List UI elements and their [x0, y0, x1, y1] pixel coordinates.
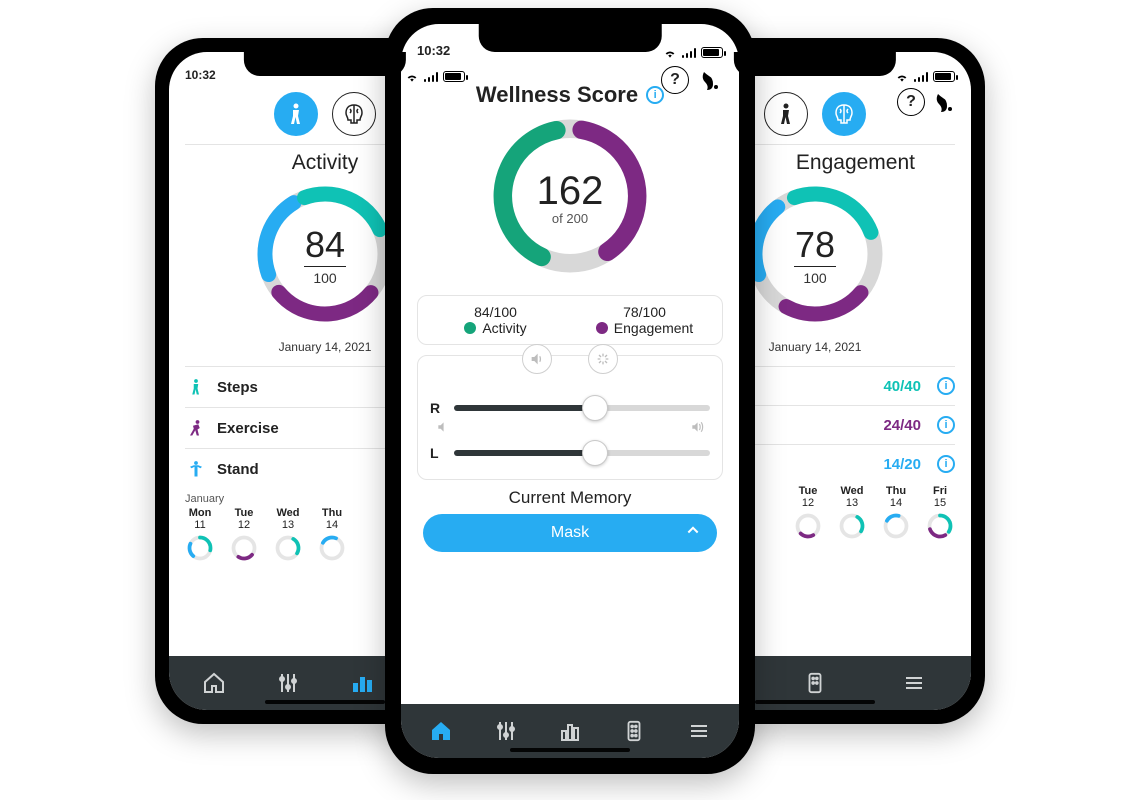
activity-ring: 84 100 [250, 179, 400, 334]
dot-icon [596, 322, 608, 334]
legend-ratio: 84/100 [428, 304, 563, 320]
activity-score-max: 100 [313, 270, 336, 286]
cell-signal-icon [914, 72, 929, 82]
legend-activity[interactable]: 84/100 Activity [428, 304, 563, 336]
tab-engagement[interactable] [332, 92, 376, 136]
legend-card: 84/100 Activity 78/100 Engagement [417, 295, 723, 345]
slider-left[interactable]: L [430, 445, 710, 461]
cell-signal-icon [424, 72, 439, 82]
memory-title: Current Memory [417, 488, 723, 508]
nav-menu-icon[interactable] [686, 718, 712, 744]
slider-label-r: R [430, 400, 444, 416]
home-indicator[interactable] [265, 700, 385, 704]
legend-ratio: 78/100 [577, 304, 712, 320]
volume-high-icon [690, 420, 704, 439]
slider-track[interactable] [454, 405, 710, 411]
memory-value: Mask [551, 524, 589, 542]
nav-home-icon[interactable] [428, 718, 454, 744]
volume-low-icon [436, 420, 450, 439]
hearing-aid-icon[interactable] [933, 90, 957, 114]
nav-device-icon[interactable] [621, 718, 647, 744]
speaker-mode-icon[interactable] [522, 344, 552, 374]
day-cell[interactable]: Mon 11 [185, 507, 215, 563]
battery-icon [933, 71, 955, 82]
stream-mode-icon[interactable] [588, 344, 618, 374]
phone-wellness: 10:32 ? Wellness Score i [385, 8, 755, 774]
dot-icon [464, 322, 476, 334]
status-time: 10:32 [185, 68, 216, 82]
wifi-icon [405, 72, 419, 82]
page-title-text: Wellness Score [476, 82, 638, 108]
legend-label: Activity [482, 320, 526, 336]
memory-select[interactable]: Mask [423, 514, 717, 552]
nav-stats-icon[interactable] [557, 718, 583, 744]
nav-device-icon[interactable] [802, 670, 828, 696]
status-bar: 10:32 [169, 52, 481, 86]
metric-value: 14/20 [883, 456, 921, 473]
engagement-ring: 78 100 [740, 179, 890, 334]
wellness-score: 162 [537, 171, 604, 211]
activity-score: 84 [305, 227, 345, 263]
nav-menu-icon[interactable] [901, 670, 927, 696]
home-indicator[interactable] [755, 700, 875, 704]
slider-right[interactable]: R [430, 400, 710, 416]
volume-panel: R L [417, 355, 723, 480]
engagement-score-max: 100 [803, 270, 826, 286]
day-cell[interactable]: Tue 12 [229, 507, 259, 563]
slider-label-l: L [430, 445, 444, 461]
day-cell[interactable]: Wed 13 [837, 485, 867, 541]
tab-activity[interactable] [274, 92, 318, 136]
tab-activity[interactable] [764, 92, 808, 136]
day-cell[interactable]: Fri 15 [925, 485, 955, 541]
metric-value: 40/40 [883, 378, 921, 395]
wellness-ring: 162 of 200 [486, 112, 654, 285]
run-icon [185, 418, 207, 438]
chevron-up-icon [685, 523, 701, 544]
day-cell[interactable]: Thu 14 [881, 485, 911, 541]
wifi-icon [895, 72, 909, 82]
nav-adjust-icon[interactable] [275, 670, 301, 696]
info-icon[interactable]: i [937, 377, 955, 395]
slider-track[interactable] [454, 450, 710, 456]
metric-value: 24/40 [883, 417, 921, 434]
slider-thumb[interactable] [582, 440, 608, 466]
day-cell[interactable]: Wed 13 [273, 507, 303, 563]
home-indicator[interactable] [510, 748, 630, 752]
wellness-score-max: of 200 [552, 211, 588, 226]
nav-adjust-icon[interactable] [493, 718, 519, 744]
walk-icon [185, 377, 207, 397]
battery-icon [443, 71, 465, 82]
nav-home-icon[interactable] [201, 670, 227, 696]
info-icon[interactable]: i [937, 455, 955, 473]
nav-stats-icon[interactable] [349, 670, 375, 696]
slider-thumb[interactable] [582, 395, 608, 421]
metric-label: Steps [217, 379, 401, 396]
stand-icon [185, 459, 207, 479]
day-cell[interactable]: Thu 14 [317, 507, 347, 563]
day-cell[interactable]: Tue 12 [793, 485, 823, 541]
help-icon[interactable]: ? [897, 88, 925, 116]
tab-engagement[interactable] [822, 92, 866, 136]
info-icon[interactable]: i [937, 416, 955, 434]
legend-label: Engagement [614, 320, 693, 336]
legend-engagement[interactable]: 78/100 Engagement [577, 304, 712, 336]
engagement-score: 78 [795, 227, 835, 263]
status-bar: 10:32 [659, 52, 971, 86]
